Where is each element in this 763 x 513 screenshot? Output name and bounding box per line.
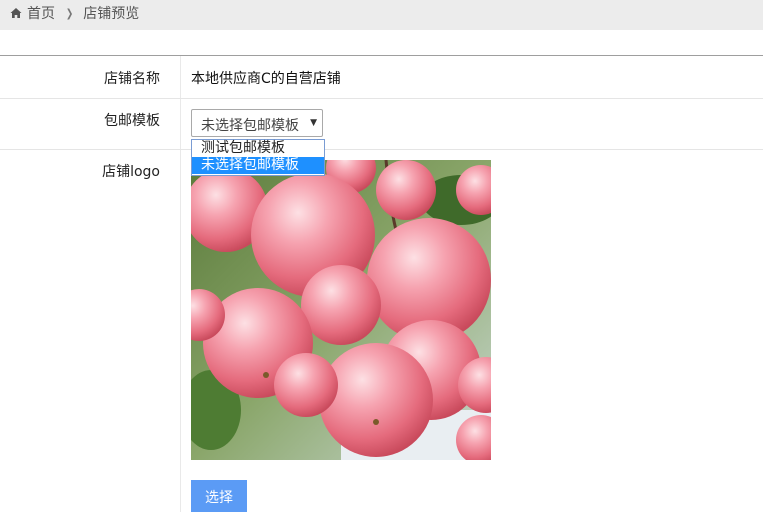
row-divider	[0, 149, 763, 150]
row-divider	[0, 98, 763, 99]
shop-logo-label: 店铺logo	[102, 161, 160, 181]
caret-down-icon: ▼	[310, 118, 317, 128]
column-divider	[180, 56, 181, 512]
shipping-template-select[interactable]: 未选择包邮模板 ▼	[191, 109, 323, 137]
top-bar: 首页 ❯ 店铺预览	[0, 0, 763, 30]
dropdown-option[interactable]: 测试包邮模板	[192, 140, 324, 157]
shop-logo-label-en: logo	[130, 164, 160, 180]
shop-logo-label-cn: 店铺	[102, 164, 131, 180]
dropdown-option-selected[interactable]: 未选择包邮模板	[192, 157, 324, 174]
breadcrumb-current: 店铺预览	[83, 6, 140, 22]
choose-logo-button[interactable]: 选择	[191, 480, 247, 512]
shop-name-label: 店铺名称	[104, 71, 160, 87]
shop-logo-image	[191, 160, 491, 460]
breadcrumb: 首页 ❯ 店铺预览	[10, 4, 139, 22]
select-current-value: 未选择包邮模板	[201, 118, 299, 134]
chevron-right-icon: ❯	[65, 6, 74, 20]
shop-name-value: 本地供应商C的自营店铺	[191, 71, 341, 87]
shipping-template-label: 包邮模板	[104, 113, 160, 129]
shipping-template-dropdown: 测试包邮模板 未选择包邮模板	[191, 139, 325, 176]
home-icon[interactable]	[10, 7, 22, 19]
header-divider	[0, 55, 763, 56]
breadcrumb-home[interactable]: 首页	[27, 3, 55, 23]
